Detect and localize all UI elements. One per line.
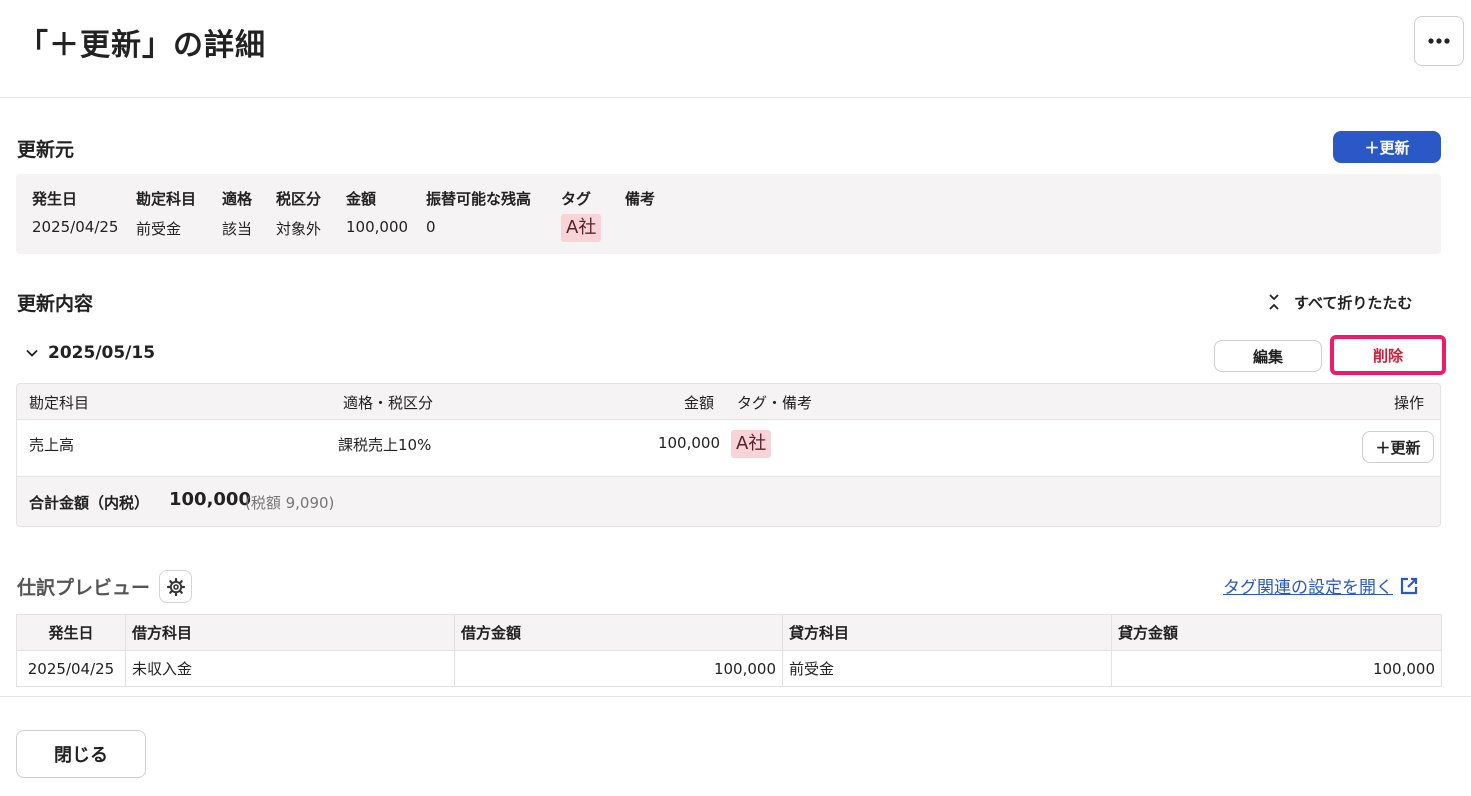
dialog-footer: 閉じる (0, 696, 1471, 796)
source-section-title: 更新元 (17, 139, 75, 161)
preview-date: 2025/04/25 (16, 650, 126, 687)
more-options-button[interactable] (1414, 16, 1464, 66)
col-debit-account: 借方科目 (125, 614, 455, 651)
update-content-header-row: 勘定科目 適格・税区分 金額 タグ・備考 操作 (17, 384, 1440, 420)
update-content-title: 更新内容 (17, 293, 94, 315)
total-row: 合計金額（内税） 100,000 (税額 9,090) (17, 477, 1440, 526)
source-col-tax-category: 税区分 対象外 (276, 190, 322, 238)
preview-header-row: 発生日 借方科目 借方金額 貸方科目 貸方金額 (16, 614, 1442, 651)
source-summary: 発生日 2025/04/25 勘定科目 前受金 適格 該当 税区分 対象外 金額… (16, 174, 1441, 254)
edit-button[interactable]: 編集 (1214, 340, 1322, 372)
col-account: 勘定科目 (29, 394, 90, 412)
preview-debit-account: 未収入金 (125, 650, 455, 687)
row-amount: 100,000 (657, 434, 720, 452)
total-value: 100,000 (169, 489, 251, 510)
col-date: 発生日 (16, 614, 126, 651)
tag-settings-link-label: タグ関連の設定を開く (1223, 578, 1393, 598)
table-row: 2025/04/25 未収入金 100,000 前受金 100,000 (16, 650, 1442, 687)
row-account: 売上高 (29, 436, 75, 454)
collapse-all-label: すべて折りたたむ (1294, 293, 1413, 312)
close-button[interactable]: 閉じる (16, 730, 146, 778)
delete-button[interactable]: 削除 (1330, 335, 1446, 375)
row-qualified-tax: 課税売上10% (338, 436, 432, 454)
source-update-button[interactable]: ＋更新 (1333, 131, 1441, 163)
col-debit-amount: 借方金額 (454, 614, 783, 651)
col-qualified-tax: 適格・税区分 (343, 394, 434, 412)
group-date: 2025/05/15 (48, 343, 156, 363)
page-title: 「＋更新」の詳細 (18, 28, 266, 63)
col-action: 操作 (1393, 394, 1424, 412)
dialog-body[interactable]: 更新元 ＋更新 発生日 2025/04/25 勘定科目 前受金 適格 該当 税区… (0, 99, 1471, 696)
collapse-all-button[interactable]: すべて折りたたむ (1268, 289, 1412, 315)
row-update-button[interactable]: ＋更新 (1362, 431, 1434, 463)
source-col-qualified: 適格 該当 (222, 190, 253, 238)
more-horizontal-icon (1428, 38, 1450, 44)
preview-debit-amount: 100,000 (454, 650, 783, 687)
preview-title: 仕訳プレビュー (17, 577, 151, 599)
source-col-amount: 金額 100,000 (346, 190, 409, 236)
col-credit-account: 貸方科目 (782, 614, 1112, 651)
source-col-date: 発生日 2025/04/25 (32, 190, 119, 236)
source-col-tag: タグ A社 (561, 188, 602, 242)
dialog-header: 「＋更新」の詳細 (0, 0, 1471, 98)
update-content-table: 勘定科目 適格・税区分 金額 タグ・備考 操作 売上高 課税売上10% 100,… (16, 383, 1441, 527)
preview-credit-amount: 100,000 (1111, 650, 1442, 687)
source-col-transferable-balance: 振替可能な残高 0 (426, 190, 532, 236)
tag-settings-link[interactable]: タグ関連の設定を開く (1223, 573, 1419, 598)
total-tax-note: (税額 9,090) (245, 494, 335, 512)
source-col-account: 勘定科目 前受金 (136, 190, 197, 238)
source-col-note: 備考 (625, 190, 656, 208)
external-link-icon (1400, 577, 1418, 594)
col-tag-note: タグ・備考 (737, 394, 813, 412)
tag-badge: A社 (731, 430, 772, 458)
total-label: 合計金額（内税） (29, 494, 150, 512)
tag-badge: A社 (561, 214, 602, 242)
group-toggle[interactable]: 2025/05/15 (26, 343, 155, 363)
collapse-all-icon (1269, 294, 1279, 310)
gear-icon (166, 577, 185, 596)
table-row: 売上高 課税売上10% 100,000 A社 ＋更新 (17, 420, 1440, 477)
preview-credit-account: 前受金 (782, 650, 1112, 687)
col-credit-amount: 貸方金額 (1111, 614, 1442, 651)
chevron-down-icon (26, 349, 38, 357)
col-amount: 金額 (683, 394, 714, 412)
journal-preview-table: 発生日 借方科目 借方金額 貸方科目 貸方金額 2025/04/25 未収入金 … (16, 614, 1442, 687)
preview-settings-button[interactable] (159, 570, 192, 603)
